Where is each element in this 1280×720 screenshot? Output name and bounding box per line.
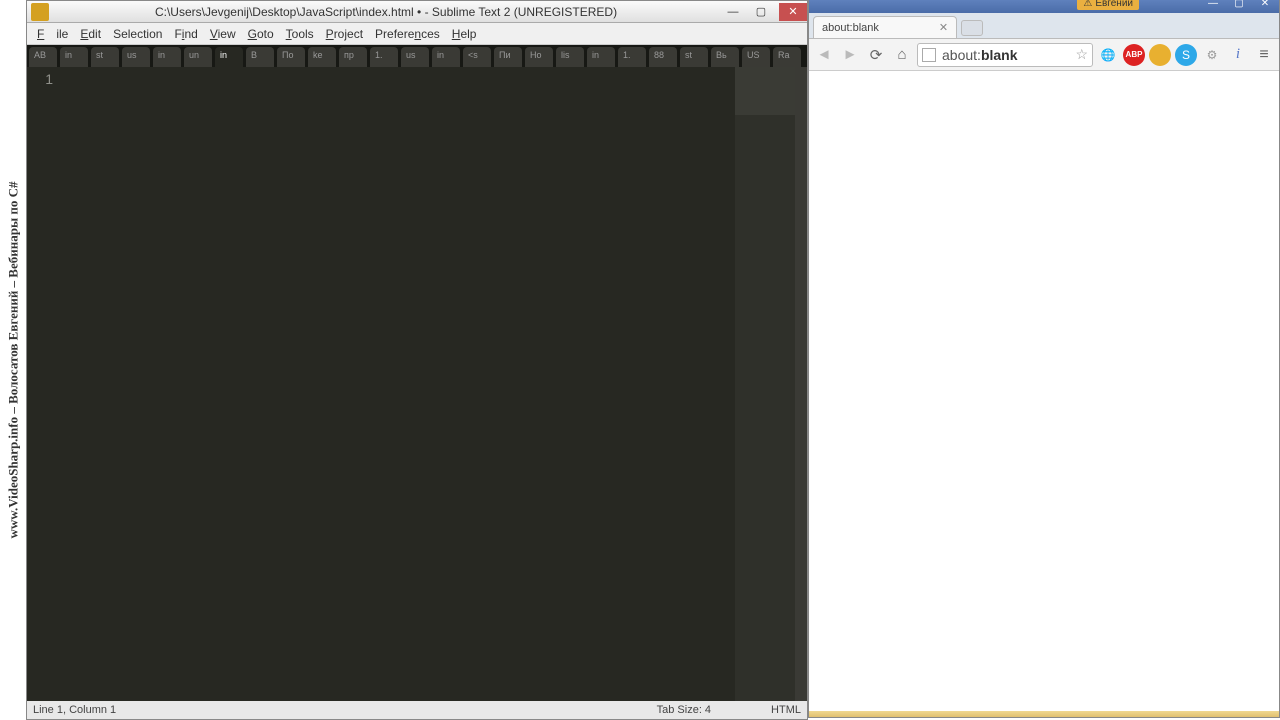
minimize-button[interactable]: — <box>719 3 747 21</box>
extension-gear-icon[interactable]: ⚙ <box>1201 44 1223 66</box>
menubar: File Edit Selection Find View Goto Tools… <box>27 23 807 45</box>
status-tabsize[interactable]: Tab Size: 4 <box>657 704 711 716</box>
menu-selection[interactable]: Selection <box>107 27 168 41</box>
status-syntax[interactable]: HTML <box>771 704 801 716</box>
menu-preferences[interactable]: Preferences <box>369 27 446 41</box>
file-tab[interactable]: in <box>432 47 460 67</box>
menu-view[interactable]: View <box>204 27 242 41</box>
file-tab[interactable]: st <box>680 47 708 67</box>
extension-cookie-icon[interactable] <box>1149 44 1171 66</box>
sublime-window: C:\Users\Jevgenij\Desktop\JavaScript\ind… <box>26 0 808 720</box>
text-cursor <box>65 71 67 87</box>
taskbar-sliver <box>809 711 1279 717</box>
file-tab[interactable]: Но <box>525 47 553 67</box>
browser-tab-title: about:blank <box>822 22 879 34</box>
editor-area: 1 <box>27 67 807 701</box>
page-icon <box>922 48 936 62</box>
warning-icon: ⚠ <box>1083 0 1092 9</box>
menu-find[interactable]: Find <box>168 27 203 41</box>
forward-button[interactable]: ► <box>839 44 861 66</box>
file-tab[interactable]: ke <box>308 47 336 67</box>
menu-tools[interactable]: Tools <box>280 27 320 41</box>
browser-toolbar: ◄ ► ⟳ ⌂ about:blank ☆ 🌐 ABP S ⚙ i ≡ <box>809 39 1279 71</box>
extension-globe-icon[interactable]: 🌐 <box>1097 44 1119 66</box>
browser-tab[interactable]: about:blank ✕ <box>813 16 957 38</box>
file-tab[interactable]: B <box>246 47 274 67</box>
browser-window: ⚠Евгений — ▢ ✕ about:blank ✕ ◄ ► ⟳ ⌂ abo… <box>808 0 1280 718</box>
file-tab[interactable]: un <box>184 47 212 67</box>
menu-file[interactable]: File <box>31 27 74 41</box>
file-tab[interactable]: По <box>277 47 305 67</box>
tab-bar: ABinstusinuninBПоkeпр1.usin<sПиНоlisin1.… <box>27 45 807 67</box>
browser-tab-strip: about:blank ✕ <box>809 13 1279 39</box>
new-tab-button[interactable] <box>961 20 983 36</box>
bookmark-star-icon[interactable]: ☆ <box>1075 46 1088 63</box>
tab-close-icon[interactable]: ✕ <box>939 21 948 34</box>
home-button[interactable]: ⌂ <box>891 44 913 66</box>
browser-viewport[interactable] <box>809 71 1279 711</box>
file-tab[interactable]: us <box>122 47 150 67</box>
browser-menu-button[interactable]: ≡ <box>1253 44 1275 66</box>
file-tab[interactable]: us <box>401 47 429 67</box>
file-tab[interactable]: in <box>587 47 615 67</box>
file-tab[interactable]: 88 <box>649 47 677 67</box>
file-tab[interactable]: Вь <box>711 47 739 67</box>
extension-abp-icon[interactable]: ABP <box>1123 44 1145 66</box>
file-tab[interactable]: US <box>742 47 770 67</box>
reload-button[interactable]: ⟳ <box>865 44 887 66</box>
user-badge[interactable]: ⚠Евгений <box>1077 0 1139 10</box>
file-tab[interactable]: lis <box>556 47 584 67</box>
minimap[interactable] <box>735 67 795 701</box>
line-number: 1 <box>27 71 53 87</box>
file-tab[interactable]: Пи <box>494 47 522 67</box>
file-tab[interactable]: Ra <box>773 47 801 67</box>
browser-maximize-button[interactable]: ▢ <box>1227 0 1251 10</box>
url-scheme: about: <box>942 47 981 63</box>
menu-goto[interactable]: Goto <box>242 27 280 41</box>
code-area[interactable] <box>61 67 735 701</box>
file-tab[interactable]: <s <box>463 47 491 67</box>
vertical-scrollbar[interactable] <box>795 67 807 701</box>
status-position[interactable]: Line 1, Column 1 <box>33 704 657 716</box>
url-bar[interactable]: about:blank ☆ <box>917 43 1093 67</box>
browser-titlebar[interactable]: ⚠Евгений — ▢ ✕ <box>809 0 1279 13</box>
file-tab[interactable]: 1. <box>370 47 398 67</box>
file-tab[interactable]: AB <box>29 47 57 67</box>
browser-close-button[interactable]: ✕ <box>1253 0 1277 10</box>
file-tab[interactable]: 1. <box>618 47 646 67</box>
url-host: blank <box>981 47 1018 63</box>
file-tab[interactable]: in <box>60 47 88 67</box>
extension-info-icon[interactable]: i <box>1227 44 1249 66</box>
gutter: 1 <box>27 67 61 701</box>
status-bar: Line 1, Column 1 Tab Size: 4 HTML <box>27 701 807 719</box>
app-icon <box>31 3 49 21</box>
minimap-viewport <box>735 67 795 115</box>
watermark-text: www.VideoSharp.info – Волосатов Евгений … <box>5 182 21 539</box>
window-title: C:\Users\Jevgenij\Desktop\JavaScript\ind… <box>53 5 719 19</box>
browser-minimize-button[interactable]: — <box>1201 0 1225 10</box>
close-button[interactable]: ✕ <box>779 3 807 21</box>
menu-project[interactable]: Project <box>320 27 369 41</box>
watermark-strip: www.VideoSharp.info – Волосатов Евгений … <box>0 0 26 720</box>
titlebar[interactable]: C:\Users\Jevgenij\Desktop\JavaScript\ind… <box>27 1 807 23</box>
file-tab[interactable]: пр <box>339 47 367 67</box>
menu-help[interactable]: Help <box>446 27 483 41</box>
file-tab[interactable]: in <box>215 47 243 67</box>
file-tab[interactable]: in <box>153 47 181 67</box>
back-button[interactable]: ◄ <box>813 44 835 66</box>
menu-edit[interactable]: Edit <box>74 27 107 41</box>
maximize-button[interactable]: ▢ <box>747 3 775 21</box>
extension-skype-icon[interactable]: S <box>1175 44 1197 66</box>
file-tab[interactable]: st <box>91 47 119 67</box>
